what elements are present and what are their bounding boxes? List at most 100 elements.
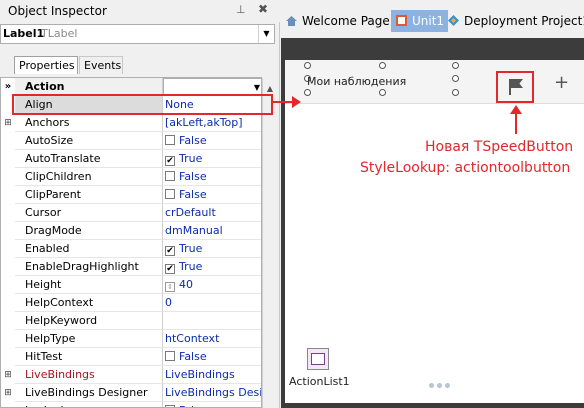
property-row-dragmode[interactable]: DragMode dmManual [1, 222, 261, 240]
tab-unit1-label: Unit1 [412, 14, 445, 28]
selection-handle[interactable] [452, 89, 459, 96]
flag-cloth [511, 79, 523, 88]
property-value-text: crDefault [165, 206, 216, 219]
tab-unit1[interactable]: Unit1 [391, 10, 449, 32]
toolbar-label[interactable]: Мои наблюдения [307, 75, 406, 88]
dot [429, 383, 434, 388]
selection-handle[interactable] [379, 89, 386, 96]
plus-icon[interactable]: + [554, 72, 569, 93]
component-selector[interactable]: Label1 TLabel ▼ [0, 24, 275, 44]
speed-button[interactable] [496, 71, 534, 103]
property-value[interactable]: False [163, 186, 261, 204]
property-value[interactable]: False [163, 348, 261, 366]
property-value[interactable]: ✔ True [163, 150, 261, 168]
expand-icon[interactable]: ⊞ [1, 366, 15, 384]
tab-events[interactable]: Events [79, 56, 123, 74]
property-row-autosize[interactable]: AutoSize False [1, 132, 261, 150]
flag-pole [509, 79, 511, 95]
property-row-clipchildren[interactable]: ClipChildren False [1, 168, 261, 186]
checkbox-checked[interactable]: ✔ [165, 264, 175, 274]
property-value[interactable]: ⇕ 40 [163, 276, 261, 294]
property-row-cursor[interactable]: Cursor crDefault [1, 204, 261, 222]
expand-icon[interactable]: ⊞ [1, 114, 15, 132]
property-value-text: False [179, 170, 207, 183]
action-list-icon-inner [311, 353, 325, 365]
property-name: Cursor [15, 204, 163, 222]
property-row-helpkeyword[interactable]: HelpKeyword [1, 312, 261, 330]
pin-icon[interactable]: ⊥ [236, 3, 246, 16]
row-gutter [1, 294, 15, 312]
property-row-livebindings[interactable]: ⊞ LiveBindings LiveBindings [1, 366, 261, 384]
inspector-title-bar: Object Inspector ⊥ ✖ [0, 0, 280, 22]
property-value[interactable]: LiveBindings Desig [163, 384, 262, 402]
scroll-up-icon[interactable]: ▲ [263, 84, 277, 93]
property-row-anchors[interactable]: ⊞ Anchors [akLeft,akTop] [1, 114, 261, 132]
property-row-height[interactable]: Height ⇕ 40 [1, 276, 261, 294]
form-toolbar[interactable]: Мои наблюдения + [285, 60, 584, 104]
property-value-text: 0 [165, 296, 172, 309]
property-row-enabledraghighlight[interactable]: EnableDragHighlight ✔ True [1, 258, 261, 276]
property-row-helptype[interactable]: HelpType htContext [1, 330, 261, 348]
selection-handle[interactable] [379, 62, 386, 69]
arrow-right-head [292, 96, 301, 108]
checkbox-checked[interactable]: ✔ [165, 156, 175, 166]
property-name: LiveBindings [15, 366, 163, 384]
form-surface[interactable]: Мои наблюдения + Новая TSpeedButton Styl… [285, 60, 584, 403]
vertical-scrollbar[interactable]: ▲ [262, 78, 276, 408]
selection-handle[interactable] [304, 62, 311, 69]
action-list-label: ActionList1 [289, 375, 350, 388]
property-value[interactable]: ✔ True [163, 258, 261, 276]
property-value[interactable]: LiveBindings [163, 366, 261, 384]
align-highlight-box [12, 94, 273, 115]
property-row-hittest[interactable]: HitTest False [1, 348, 261, 366]
property-name: Height [15, 276, 163, 294]
property-value-text: True [179, 242, 203, 255]
property-row-livebindings-designer[interactable]: ⊞ LiveBindings Designer LiveBindings Desig [1, 384, 262, 402]
checkbox[interactable] [165, 189, 175, 199]
flag-icon [509, 79, 523, 95]
checkbox[interactable] [165, 351, 175, 361]
selection-handle[interactable] [452, 62, 459, 69]
property-value[interactable]: ✔ True [163, 240, 261, 258]
property-row-locked[interactable]: Locked False [1, 402, 261, 407]
spin-icon[interactable]: ⇕ [165, 282, 175, 292]
row-gutter [1, 222, 15, 240]
property-name: HelpType [15, 330, 163, 348]
property-value-text: LiveBindings Desig [165, 386, 262, 399]
property-row-clipparent[interactable]: ClipParent False [1, 186, 261, 204]
property-value[interactable]: 0 [163, 294, 261, 312]
property-row-enabled[interactable]: Enabled ✔ True [1, 240, 261, 258]
checkbox[interactable] [165, 135, 175, 145]
tab-properties[interactable]: Properties [14, 56, 78, 74]
property-name: AutoTranslate [15, 150, 163, 168]
property-name: Anchors [15, 114, 163, 132]
selection-handle[interactable] [452, 75, 459, 82]
form-designer: Мои наблюдения + Новая TSpeedButton Styl… [281, 38, 584, 408]
checkbox-checked[interactable]: ✔ [165, 246, 175, 256]
property-value-text: False [179, 404, 207, 407]
tab-deployment-project[interactable]: Deployment Project1 [447, 10, 584, 32]
property-value[interactable]: False [163, 132, 261, 150]
close-icon[interactable]: ✖ [258, 2, 268, 16]
row-gutter [1, 168, 15, 186]
property-row-helpcontext[interactable]: HelpContext 0 [1, 294, 261, 312]
checkbox[interactable] [165, 171, 175, 181]
row-gutter [1, 402, 15, 407]
property-value[interactable]: False [163, 168, 261, 186]
tab-welcome-page[interactable]: Welcome Page [285, 10, 390, 32]
property-value[interactable]: dmManual [163, 222, 261, 240]
property-value[interactable] [163, 312, 261, 330]
property-value-text: dmManual [165, 224, 223, 237]
property-value[interactable]: False [163, 402, 261, 407]
tab-welcome-label: Welcome Page [302, 14, 390, 28]
property-value-text: htContext [165, 332, 220, 345]
property-value[interactable]: crDefault [163, 204, 261, 222]
property-value[interactable]: [akLeft,akTop] [163, 114, 261, 132]
selection-handle[interactable] [304, 89, 311, 96]
action-list-icon[interactable] [307, 348, 329, 370]
chevron-down-icon[interactable]: ▼ [258, 25, 274, 43]
property-value-text: False [179, 188, 207, 201]
property-value[interactable]: htContext [163, 330, 261, 348]
expand-icon[interactable]: ⊞ [1, 384, 15, 402]
property-row-autotranslate[interactable]: AutoTranslate ✔ True [1, 150, 261, 168]
